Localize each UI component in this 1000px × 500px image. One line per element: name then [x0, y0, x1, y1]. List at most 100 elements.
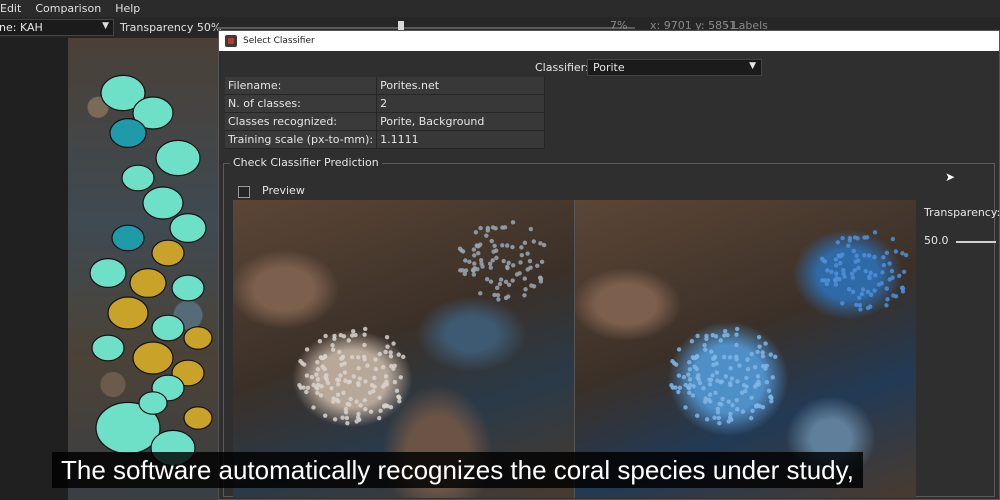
polyp-dot: [695, 413, 700, 418]
polyp-dot: [525, 251, 530, 256]
polyp-dot: [388, 350, 393, 355]
polyp-dot: [500, 225, 505, 230]
polyp-dot: [847, 235, 853, 241]
polyp-dot: [493, 226, 498, 231]
annotation-overlay: [89, 74, 213, 467]
polyp-dot: [538, 241, 543, 246]
label-region: [129, 268, 167, 299]
polyp-dot: [694, 354, 700, 360]
menu-bar: Edit Comparison Help: [0, 0, 1000, 17]
polyp-dot: [760, 404, 766, 410]
polyp-dot: [535, 263, 540, 268]
scene-combo[interactable]: ne: KAH ▼: [0, 19, 114, 36]
polyp-dot: [485, 225, 491, 231]
polyp-dot: [850, 275, 855, 280]
polyp-dot: [356, 381, 361, 386]
table-row: Training scale (px-to-mm): 1.1111: [225, 130, 546, 149]
classifier-combo[interactable]: Porite ▼: [587, 59, 762, 76]
polyp-dot: [376, 415, 382, 421]
polyp-dot: [702, 343, 707, 348]
polyp-dot: [900, 285, 905, 290]
polyp-dot: [855, 236, 860, 241]
polyp-dot: [329, 385, 334, 391]
polyp-dot: [377, 351, 382, 357]
polyp-dot: [686, 372, 691, 377]
polyp-dot: [501, 258, 506, 264]
polyp-dot: [716, 415, 722, 421]
table-row: Classes recognized: Porite, Background: [225, 112, 546, 131]
polyp-dot: [880, 270, 885, 275]
polyp-dot: [488, 265, 493, 270]
polyp-dot: [340, 415, 345, 420]
polyp-dot: [472, 253, 477, 258]
polyp-dot: [722, 329, 728, 334]
preview-label[interactable]: Preview: [262, 184, 305, 197]
polyp-dot: [763, 341, 768, 346]
label-region: [183, 406, 213, 430]
polyp-dot: [712, 415, 717, 420]
polyp-dot: [840, 301, 845, 306]
polyp-dot: [676, 373, 682, 378]
polyp-dot: [472, 261, 477, 266]
polyp-dot: [714, 370, 720, 375]
polyp-dot: [506, 260, 511, 266]
polyp-dot: [362, 354, 367, 359]
polyp-dot: [881, 255, 886, 260]
polyp-dot: [857, 302, 863, 308]
polyp-dot: [834, 263, 839, 268]
label-region: [121, 164, 155, 192]
polyp-dot: [345, 420, 350, 426]
polyp-dot: [356, 411, 361, 417]
polyp-dot: [495, 292, 501, 298]
polyp-dot: [380, 364, 386, 370]
menu-comparison[interactable]: Comparison: [31, 2, 105, 15]
polyp-dot: [392, 379, 398, 385]
polyp-dot: [377, 395, 382, 400]
label-region: [109, 117, 147, 148]
polyp-dot: [749, 395, 754, 400]
polyp-dot: [856, 295, 862, 301]
polyp-dot: [305, 385, 311, 390]
polyp-dot: [345, 401, 350, 407]
polyp-dot: [820, 278, 825, 283]
polyp-dot: [332, 333, 337, 339]
coral-polyps: [297, 220, 547, 426]
polyp-dot: [687, 359, 692, 365]
polyp-dot: [744, 384, 749, 389]
polyp-dot: [341, 390, 346, 396]
polyp-dot: [756, 334, 762, 340]
polyp-dot: [528, 226, 534, 232]
polyp-dot: [734, 332, 739, 337]
polyp-dot: [337, 349, 342, 355]
annotated-map-view[interactable]: [68, 38, 218, 500]
mouse-cursor-icon: ➤: [945, 170, 956, 184]
dialog-titlebar[interactable]: Select Classifier: [219, 31, 999, 51]
chevron-down-icon: ▼: [102, 21, 109, 31]
preview-transparency-value: 50.0: [924, 234, 949, 247]
preview-checkbox[interactable]: [238, 186, 250, 198]
polyp-dot: [713, 334, 719, 339]
polyp-dot: [722, 333, 727, 338]
classifier-info-table: Filename: Porites.net N. of classes: 2 C…: [225, 77, 546, 149]
info-value: 2: [376, 94, 546, 113]
polyp-dot: [884, 286, 889, 291]
polyp-dot: [721, 354, 727, 360]
polyp-dot: [539, 259, 545, 265]
menu-edit[interactable]: Edit: [0, 2, 25, 15]
polyp-dot: [494, 285, 500, 291]
transparency-slider-track[interactable]: [215, 27, 635, 29]
polyp-dot: [768, 352, 773, 357]
preview-transparency-slider[interactable]: [956, 241, 996, 243]
polyp-dot: [836, 253, 841, 258]
polyp-dot: [872, 230, 878, 235]
polyp-dot: [687, 377, 693, 382]
polyp-dot: [768, 394, 773, 399]
polyp-dot: [351, 374, 357, 379]
info-key: Classes recognized:: [225, 112, 378, 131]
polyp-dot: [363, 407, 368, 412]
polyp-dot: [318, 355, 324, 360]
check-prediction-group: Check Classifier Prediction Preview Tran…: [223, 156, 1000, 498]
menu-help[interactable]: Help: [111, 2, 144, 15]
polyp-dot: [343, 410, 349, 415]
polyp-dot: [349, 354, 355, 360]
